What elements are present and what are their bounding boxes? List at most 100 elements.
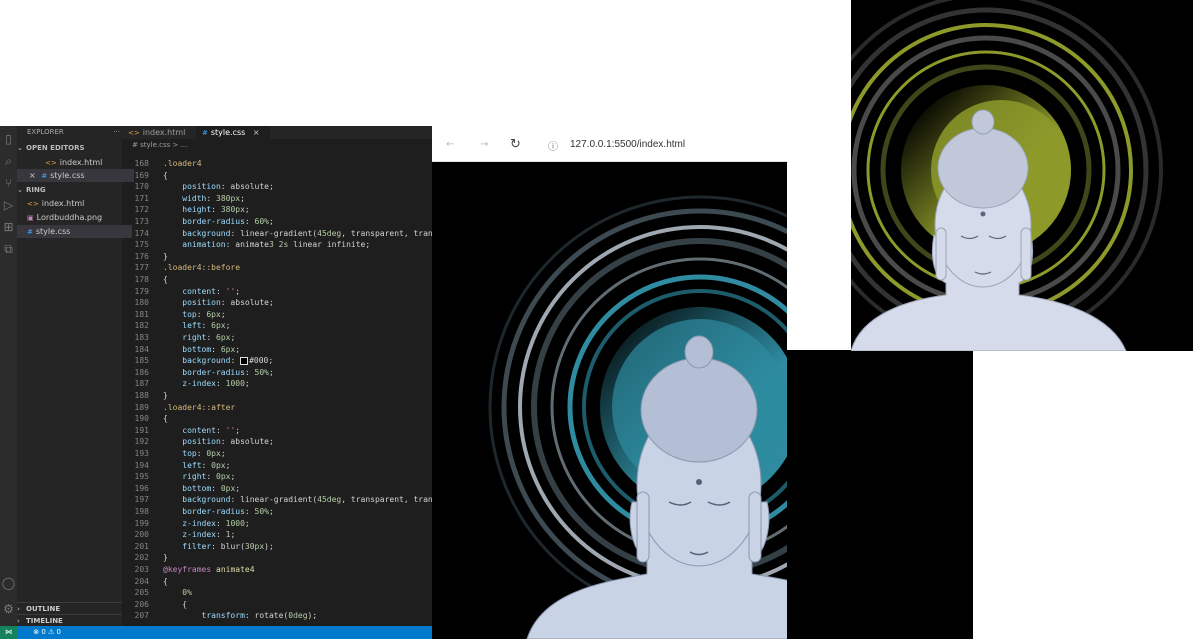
file-item-index[interactable]: <> index.html bbox=[17, 197, 132, 210]
code-line[interactable]: { bbox=[163, 576, 168, 588]
code-line[interactable]: left: 0px; bbox=[163, 460, 230, 472]
code-line[interactable]: { bbox=[163, 274, 168, 286]
line-number: 207 bbox=[134, 611, 149, 621]
browser-window: ← → ↻ ⓘ 127.0.0.1:5500/index.html bbox=[432, 126, 787, 639]
line-number: 200 bbox=[134, 530, 149, 540]
tab-index-html[interactable]: <> index.html bbox=[122, 126, 204, 139]
breadcrumb[interactable]: # style.css > ... bbox=[122, 140, 432, 151]
files-icon[interactable]: ▯ bbox=[0, 130, 17, 148]
line-number: 176 bbox=[134, 251, 149, 261]
tab-close-icon[interactable]: × bbox=[253, 128, 260, 137]
extensions-icon-2[interactable]: ⧉ bbox=[0, 240, 17, 258]
code-line[interactable]: top: 6px; bbox=[163, 309, 225, 321]
code-line[interactable]: background: linear-gradient(45deg, trans… bbox=[163, 228, 432, 240]
code-line[interactable]: { bbox=[163, 413, 168, 425]
code-line[interactable]: z-index: 1; bbox=[163, 529, 235, 541]
code-line[interactable]: filter: blur(30px); bbox=[163, 541, 274, 553]
code-line[interactable]: border-radius: 50%; bbox=[163, 367, 274, 379]
code-line[interactable]: background: #000; bbox=[163, 355, 273, 367]
code-line[interactable]: content: ''; bbox=[163, 425, 240, 437]
line-number: 203 bbox=[134, 565, 149, 574]
run-debug-icon[interactable]: ▷ bbox=[0, 196, 17, 214]
code-line[interactable]: height: 380px; bbox=[163, 204, 249, 216]
more-actions-icon[interactable]: ··· bbox=[113, 126, 120, 139]
extensions-icon[interactable]: ⊞ bbox=[0, 218, 17, 236]
preview-image bbox=[851, 0, 1193, 351]
code-line[interactable]: right: 0px; bbox=[163, 471, 235, 483]
address-bar[interactable]: 127.0.0.1:5500/index.html bbox=[570, 139, 685, 150]
code-line[interactable]: left: 6px; bbox=[163, 320, 230, 332]
code-line[interactable]: } bbox=[163, 390, 168, 402]
code-line[interactable]: } bbox=[163, 552, 168, 564]
code-line[interactable]: transform: rotate(0deg); bbox=[163, 610, 318, 622]
code-line[interactable]: animation: animate3 2s linear infinite; bbox=[163, 239, 370, 251]
code-line[interactable]: bottom: 6px; bbox=[163, 344, 240, 356]
code-line[interactable]: border-radius: 50%; bbox=[163, 506, 274, 518]
code-line[interactable]: .loader4 bbox=[163, 158, 202, 170]
line-number: 170 bbox=[134, 182, 149, 192]
line-number: 177 bbox=[134, 263, 149, 273]
file-item-png[interactable]: ▣ Lordbuddha.png bbox=[17, 211, 132, 224]
code-line[interactable]: bottom: 0px; bbox=[163, 483, 240, 495]
line-number: 189 bbox=[134, 402, 149, 412]
buddha-statue bbox=[526, 335, 787, 639]
line-number: 169 bbox=[134, 170, 149, 180]
code-line[interactable]: z-index: 1000; bbox=[163, 378, 249, 390]
folder-ring[interactable]: ⌄ RING bbox=[17, 184, 122, 197]
search-icon[interactable]: ⌕ bbox=[0, 152, 17, 170]
line-number: 172 bbox=[134, 205, 149, 215]
settings-gear-icon[interactable]: ⚙ bbox=[0, 600, 17, 618]
code-line[interactable]: width: 380px; bbox=[163, 193, 245, 205]
chevron-down-icon: ⌄ bbox=[17, 144, 23, 152]
code-line[interactable]: z-index: 1000; bbox=[163, 518, 249, 530]
code-line[interactable]: border-radius: 60%; bbox=[163, 216, 274, 228]
code-line[interactable]: position: absolute; bbox=[163, 297, 274, 309]
line-number: 198 bbox=[134, 507, 149, 516]
reload-icon[interactable]: ↻ bbox=[510, 137, 521, 152]
source-control-icon[interactable]: ⑂ bbox=[0, 174, 17, 192]
line-number: 192 bbox=[134, 437, 149, 447]
open-editor-item-style[interactable]: × # style.css bbox=[17, 169, 134, 182]
code-line[interactable]: @keyframes animate4 bbox=[163, 564, 255, 576]
code-line[interactable]: position: absolute; bbox=[163, 181, 274, 193]
chevron-down-icon: ⌄ bbox=[17, 186, 23, 194]
line-number: 184 bbox=[134, 344, 149, 354]
back-icon[interactable]: ← bbox=[446, 139, 454, 150]
status-bar: ⋈ ⊗ 0 ⚠ 0 bbox=[0, 626, 432, 639]
code-line[interactable]: right: 6px; bbox=[163, 332, 235, 344]
code-line[interactable]: .loader4::before bbox=[163, 262, 240, 274]
line-number: 197 bbox=[134, 495, 149, 505]
color-swatch[interactable] bbox=[240, 356, 249, 365]
line-number: 182 bbox=[134, 321, 149, 331]
code-line[interactable]: { bbox=[163, 599, 187, 611]
line-number: 173 bbox=[134, 217, 149, 226]
page-viewport bbox=[432, 162, 787, 639]
code-line[interactable]: background: linear-gradient(45deg, trans… bbox=[163, 494, 432, 506]
image-file-icon: ▣ bbox=[27, 214, 34, 222]
line-number: 193 bbox=[134, 449, 149, 458]
code-line[interactable]: 0% bbox=[163, 587, 192, 599]
problems-status[interactable]: ⊗ 0 ⚠ 0 bbox=[33, 628, 61, 636]
tab-style-css[interactable]: # style.css × bbox=[196, 126, 270, 139]
open-editors-section[interactable]: ⌄ OPEN EDITORS bbox=[17, 142, 122, 155]
file-item-style[interactable]: # style.css bbox=[17, 225, 132, 238]
code-line[interactable]: content: ''; bbox=[163, 286, 240, 298]
close-icon[interactable]: × bbox=[29, 171, 36, 180]
code-line[interactable]: } bbox=[163, 251, 168, 263]
code-line[interactable]: top: 0px; bbox=[163, 448, 225, 460]
browser-toolbar: ← → ↻ ⓘ 127.0.0.1:5500/index.html bbox=[432, 126, 787, 162]
code-line[interactable]: { bbox=[163, 170, 168, 182]
code-line[interactable]: position: absolute; bbox=[163, 436, 274, 448]
line-number: 204 bbox=[134, 576, 149, 586]
css-file-icon: # bbox=[41, 172, 48, 180]
forward-icon[interactable]: → bbox=[480, 139, 488, 150]
code-editor[interactable]: 168 .loader4 169 {170 position: absolute; 17… bbox=[122, 158, 432, 628]
code-line[interactable]: .loader4::after bbox=[163, 402, 235, 414]
line-number: 185 bbox=[134, 356, 149, 366]
line-number: 202 bbox=[134, 553, 149, 563]
line-number: 206 bbox=[134, 599, 149, 609]
account-icon[interactable]: ◯ bbox=[0, 574, 17, 592]
info-icon[interactable]: ⓘ bbox=[548, 138, 558, 153]
line-number: 205 bbox=[134, 588, 149, 598]
remote-icon[interactable]: ⋈ bbox=[0, 626, 17, 639]
